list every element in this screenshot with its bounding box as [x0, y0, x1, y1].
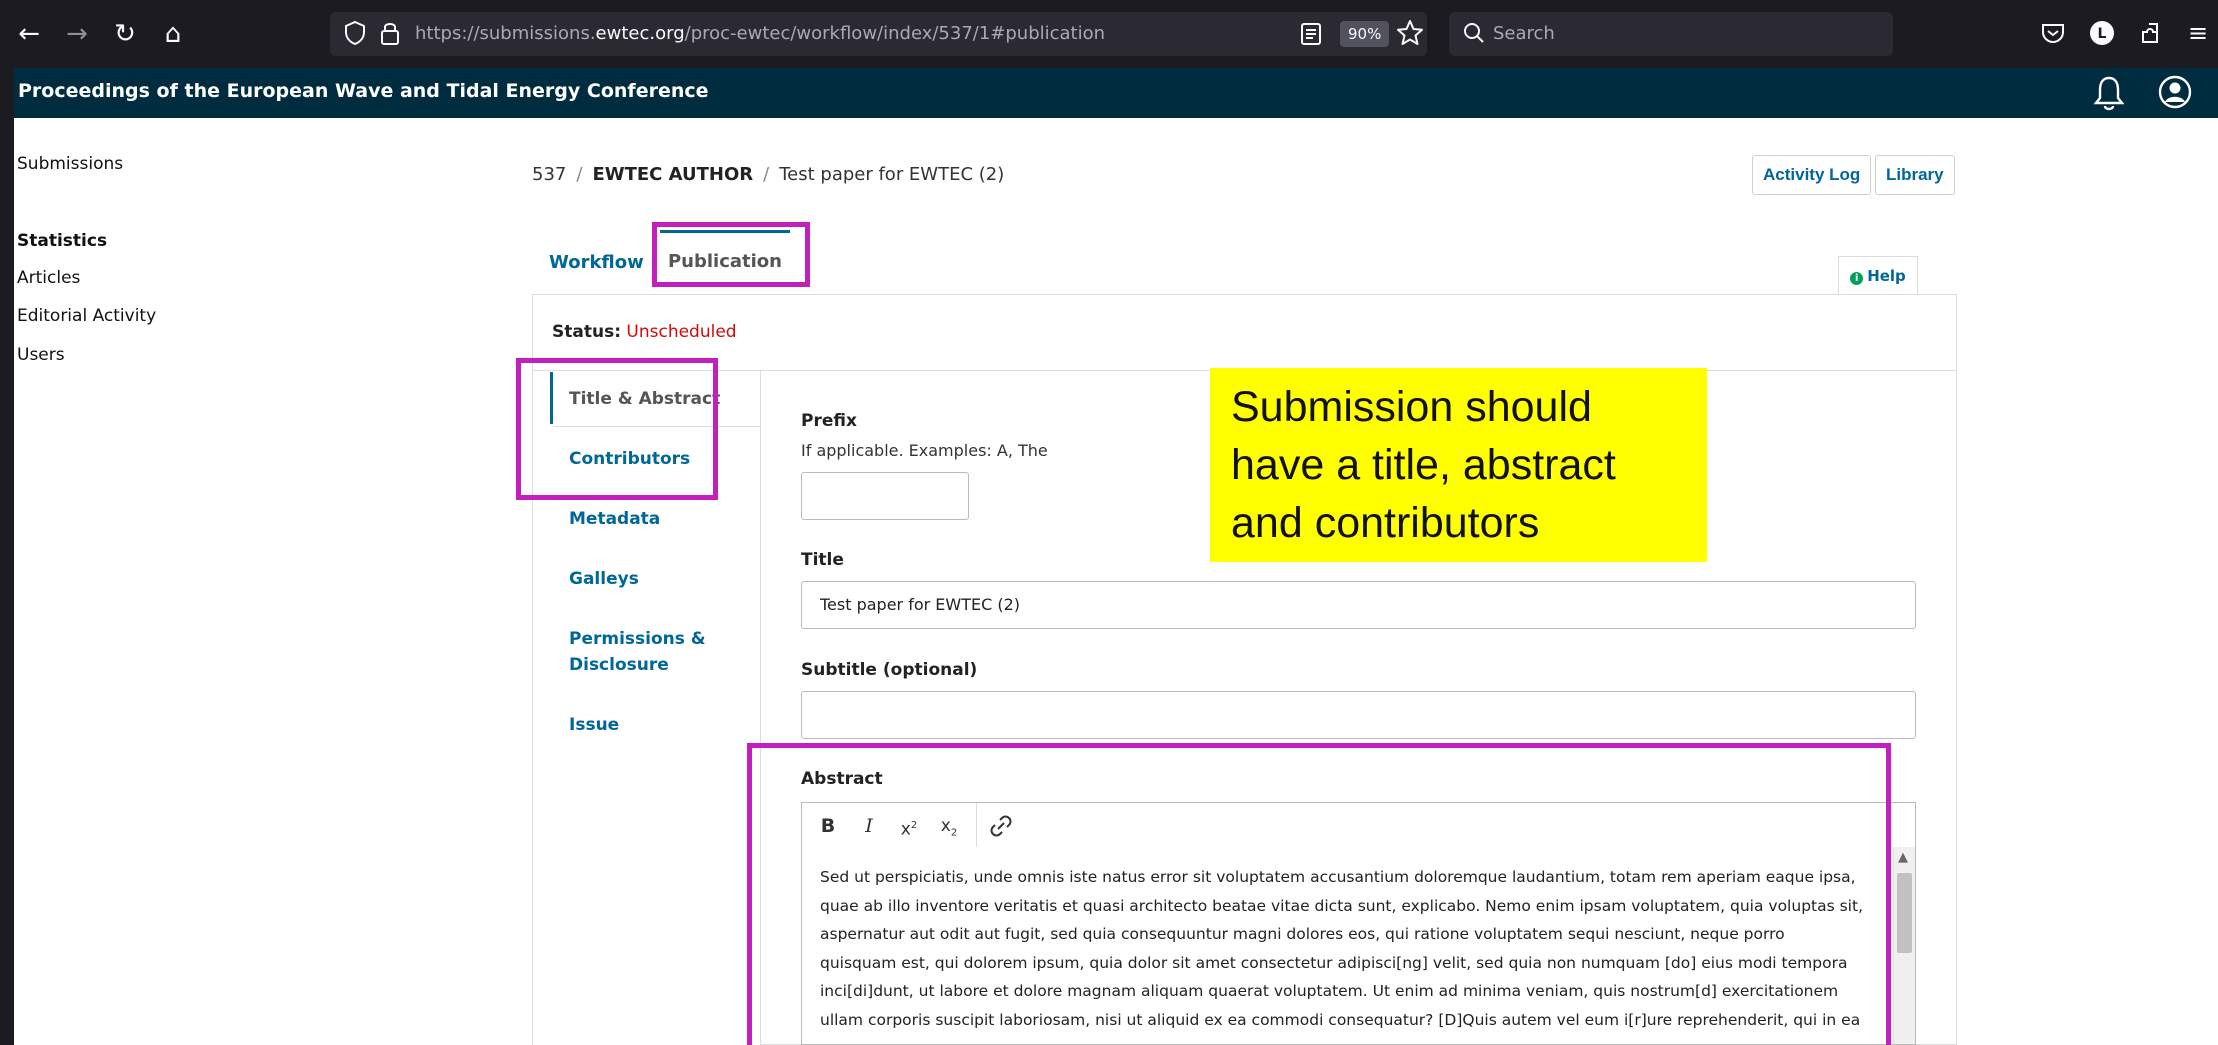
- home-icon[interactable]: ⌂: [156, 14, 190, 54]
- app-header: Proceedings of the European Wave and Tid…: [14, 68, 2218, 118]
- title-input[interactable]: Test paper for EWTEC (2): [801, 581, 1916, 629]
- scrollbar-thumb[interactable]: [1897, 873, 1912, 953]
- address-bar[interactable]: https://submissions.ewtec.org/proc-ewtec…: [330, 12, 1427, 56]
- prefix-input[interactable]: [801, 472, 969, 520]
- notifications-bell-icon[interactable]: [2091, 74, 2127, 112]
- search-icon: [1464, 23, 1484, 43]
- reader-view-icon[interactable]: [1300, 22, 1322, 46]
- prefix-label: Prefix: [801, 411, 857, 431]
- extensions-icon[interactable]: [2135, 18, 2165, 48]
- bookmark-star-icon[interactable]: [1396, 19, 1424, 47]
- subnav-issue[interactable]: Issue: [569, 712, 619, 738]
- breadcrumb-title: Test paper for EWTEC (2): [779, 164, 1005, 185]
- url-text[interactable]: https://submissions.ewtec.org/proc-ewtec…: [415, 23, 1105, 44]
- user-account-icon[interactable]: [2157, 74, 2193, 110]
- library-button[interactable]: Library: [1875, 155, 1955, 195]
- prefix-description: If applicable. Examples: A, The: [801, 441, 1048, 460]
- lock-icon[interactable]: [380, 20, 400, 46]
- breadcrumb-id: 537: [532, 164, 567, 185]
- editor-scrollbar[interactable]: ▲: [1893, 847, 1915, 1044]
- help-button[interactable]: i Help: [1838, 256, 1918, 294]
- sidebar-item-users[interactable]: Users: [17, 345, 65, 365]
- browser-search-bar[interactable]: Search: [1449, 12, 1893, 56]
- highlight-publication-tab: [652, 222, 810, 287]
- subnav-galleys[interactable]: Galleys: [569, 566, 639, 592]
- browser-toolbar: ← → ↻ ⌂ https://submissions.ewtec.org/pr…: [0, 0, 2218, 68]
- status-row: Status: Unscheduled: [552, 322, 737, 342]
- breadcrumb-author: EWTEC AUTHOR: [592, 164, 754, 185]
- profile-avatar-icon[interactable]: L: [2087, 18, 2117, 48]
- zoom-level-badge[interactable]: 90%: [1340, 21, 1390, 47]
- window-edge: [0, 68, 14, 1045]
- highlight-title-contributors: [516, 358, 718, 500]
- forward-icon[interactable]: →: [60, 14, 94, 54]
- callout-text: Submission should have a title, abstract…: [1231, 383, 1616, 547]
- menu-icon[interactable]: ≡: [2183, 18, 2213, 48]
- pocket-icon[interactable]: [2038, 18, 2068, 48]
- subtitle-input[interactable]: [801, 691, 1916, 739]
- tab-workflow[interactable]: Workflow: [549, 252, 644, 273]
- tracking-shield-icon[interactable]: [344, 20, 366, 46]
- sidebar-item-articles[interactable]: Articles: [17, 268, 80, 288]
- subnav-permissions-disclosure[interactable]: Permissions & Disclosure: [569, 626, 706, 678]
- sidebar-heading-statistics: Statistics: [17, 231, 108, 251]
- back-icon[interactable]: ←: [12, 14, 46, 54]
- sidebar-item-editorial-activity[interactable]: Editorial Activity: [17, 306, 156, 326]
- breadcrumb: 537/EWTEC AUTHOR / Test paper for EWTEC (2…: [532, 164, 1005, 185]
- help-label: Help: [1867, 267, 1906, 285]
- scroll-up-icon[interactable]: ▲: [1898, 850, 1908, 865]
- reload-icon[interactable]: ↻: [108, 14, 142, 54]
- status-label: Status:: [552, 322, 621, 342]
- subtitle-label: Subtitle (optional): [801, 660, 978, 680]
- title-label: Title: [801, 550, 844, 570]
- sidebar-item-submissions[interactable]: Submissions: [17, 154, 123, 174]
- annotation-callout: Submission should have a title, abstract…: [1210, 368, 1707, 562]
- info-icon: i: [1850, 272, 1864, 285]
- status-value: Unscheduled: [626, 322, 737, 342]
- activity-log-button[interactable]: Activity Log: [1752, 155, 1872, 195]
- site-title[interactable]: Proceedings of the European Wave and Tid…: [18, 80, 709, 102]
- highlight-abstract: [747, 743, 1891, 1045]
- search-placeholder: Search: [1493, 23, 1555, 44]
- profile-initial: L: [2098, 26, 2107, 42]
- subnav-metadata[interactable]: Metadata: [569, 506, 660, 532]
